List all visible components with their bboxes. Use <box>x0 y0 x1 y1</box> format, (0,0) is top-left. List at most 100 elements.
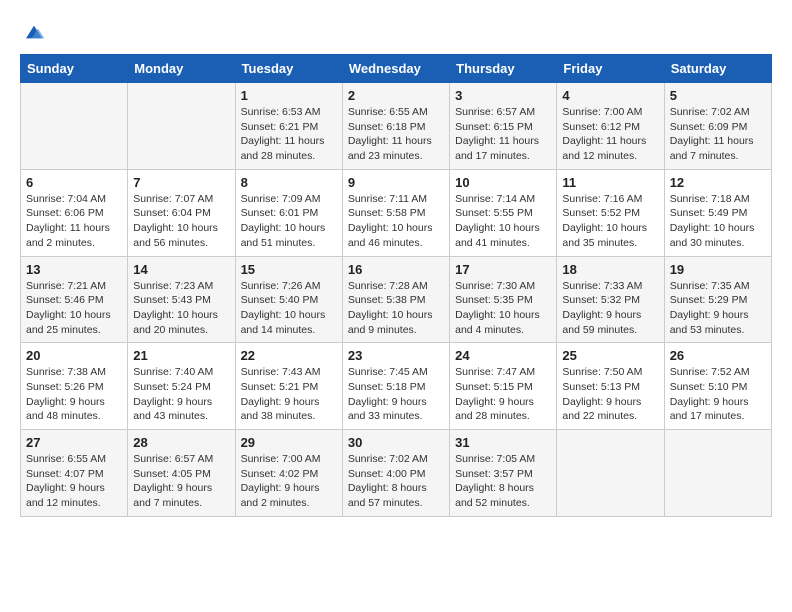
calendar-cell: 13 Sunrise: 7:21 AM Sunset: 5:46 PM Dayli… <box>21 256 128 343</box>
day-info: Sunrise: 7:35 AM Sunset: 5:29 PM Dayligh… <box>670 279 766 338</box>
day-number: 2 <box>348 88 444 103</box>
calendar-cell: 14 Sunrise: 7:23 AM Sunset: 5:43 PM Dayli… <box>128 256 235 343</box>
day-info: Sunrise: 7:11 AM Sunset: 5:58 PM Dayligh… <box>348 192 444 251</box>
day-number: 30 <box>348 435 444 450</box>
calendar-cell: 27Sunrise: 6:55 AM Sunset: 4:07 PM Dayli… <box>21 430 128 517</box>
day-number: 9 <box>348 175 444 190</box>
calendar-cell: 9 Sunrise: 7:11 AM Sunset: 5:58 PM Daylig… <box>342 169 449 256</box>
day-number: 8 <box>241 175 337 190</box>
weekday-header-thursday: Thursday <box>450 55 557 83</box>
calendar-cell: 30 Sunrise: 7:02 AM Sunset: 4:00 PM Dayli… <box>342 430 449 517</box>
day-info: Sunrise: 6:57 AM Sunset: 6:15 PM Dayligh… <box>455 105 551 164</box>
day-info: Sunrise: 7:50 AM Sunset: 5:13 PM Dayligh… <box>562 365 658 424</box>
day-info: Sunrise: 7:45 AM Sunset: 5:18 PM Dayligh… <box>348 365 444 424</box>
day-number: 21 <box>133 348 229 363</box>
day-info: Sunrise: 7:09 AM Sunset: 6:01 PM Dayligh… <box>241 192 337 251</box>
day-info: Sunrise: 7:21 AM Sunset: 5:46 PM Dayligh… <box>26 279 122 338</box>
day-info: Sunrise: 6:57 AM Sunset: 4:05 PM Dayligh… <box>133 452 229 511</box>
day-info: Sunrise: 7:04 AM Sunset: 6:06 PM Dayligh… <box>26 192 122 251</box>
calendar-cell: 3 Sunrise: 6:57 AM Sunset: 6:15 PM Daylig… <box>450 83 557 170</box>
day-info: Sunrise: 7:33 AM Sunset: 5:32 PM Dayligh… <box>562 279 658 338</box>
weekday-header-friday: Friday <box>557 55 664 83</box>
day-number: 15 <box>241 262 337 277</box>
logo <box>20 20 46 44</box>
calendar-cell: 11Sunrise: 7:16 AM Sunset: 5:52 PM Dayli… <box>557 169 664 256</box>
day-number: 25 <box>562 348 658 363</box>
day-number: 28 <box>133 435 229 450</box>
weekday-header-saturday: Saturday <box>664 55 771 83</box>
day-info: Sunrise: 7:00 AM Sunset: 6:12 PM Dayligh… <box>562 105 658 164</box>
day-number: 18 <box>562 262 658 277</box>
day-number: 10 <box>455 175 551 190</box>
calendar-week-row: 6 Sunrise: 7:04 AM Sunset: 6:06 PM Daylig… <box>21 169 772 256</box>
header <box>20 20 772 44</box>
day-info: Sunrise: 7:14 AM Sunset: 5:55 PM Dayligh… <box>455 192 551 251</box>
calendar-cell: 15 Sunrise: 7:26 AM Sunset: 5:40 PM Dayli… <box>235 256 342 343</box>
calendar-cell: 6 Sunrise: 7:04 AM Sunset: 6:06 PM Daylig… <box>21 169 128 256</box>
day-number: 1 <box>241 88 337 103</box>
calendar-cell <box>557 430 664 517</box>
weekday-header-monday: Monday <box>128 55 235 83</box>
calendar-cell: 22 Sunrise: 7:43 AM Sunset: 5:21 PM Dayli… <box>235 343 342 430</box>
day-info: Sunrise: 7:28 AM Sunset: 5:38 PM Dayligh… <box>348 279 444 338</box>
calendar-cell: 28 Sunrise: 6:57 AM Sunset: 4:05 PM Dayli… <box>128 430 235 517</box>
day-number: 14 <box>133 262 229 277</box>
calendar-cell: 8 Sunrise: 7:09 AM Sunset: 6:01 PM Daylig… <box>235 169 342 256</box>
day-info: Sunrise: 7:05 AM Sunset: 3:57 PM Dayligh… <box>455 452 551 511</box>
day-number: 17 <box>455 262 551 277</box>
calendar-cell: 2Sunrise: 6:55 AM Sunset: 6:18 PM Daylig… <box>342 83 449 170</box>
calendar-cell <box>664 430 771 517</box>
calendar-cell: 4 Sunrise: 7:00 AM Sunset: 6:12 PM Daylig… <box>557 83 664 170</box>
day-info: Sunrise: 7:02 AM Sunset: 6:09 PM Dayligh… <box>670 105 766 164</box>
day-number: 29 <box>241 435 337 450</box>
day-info: Sunrise: 7:02 AM Sunset: 4:00 PM Dayligh… <box>348 452 444 511</box>
day-info: Sunrise: 7:40 AM Sunset: 5:24 PM Dayligh… <box>133 365 229 424</box>
weekday-header-wednesday: Wednesday <box>342 55 449 83</box>
day-number: 5 <box>670 88 766 103</box>
calendar-cell: 29 Sunrise: 7:00 AM Sunset: 4:02 PM Dayli… <box>235 430 342 517</box>
day-number: 26 <box>670 348 766 363</box>
calendar-table: SundayMondayTuesdayWednesdayThursdayFrid… <box>20 54 772 517</box>
calendar-cell: 23 Sunrise: 7:45 AM Sunset: 5:18 PM Dayli… <box>342 343 449 430</box>
calendar-cell: 5 Sunrise: 7:02 AM Sunset: 6:09 PM Daylig… <box>664 83 771 170</box>
calendar-week-row: 27Sunrise: 6:55 AM Sunset: 4:07 PM Dayli… <box>21 430 772 517</box>
weekday-header-sunday: Sunday <box>21 55 128 83</box>
day-info: Sunrise: 7:18 AM Sunset: 5:49 PM Dayligh… <box>670 192 766 251</box>
calendar-cell: 26 Sunrise: 7:52 AM Sunset: 5:10 PM Dayli… <box>664 343 771 430</box>
calendar-cell <box>21 83 128 170</box>
calendar-week-row: 13 Sunrise: 7:21 AM Sunset: 5:46 PM Dayli… <box>21 256 772 343</box>
day-info: Sunrise: 6:53 AM Sunset: 6:21 PM Dayligh… <box>241 105 337 164</box>
day-number: 20 <box>26 348 122 363</box>
day-number: 23 <box>348 348 444 363</box>
calendar-cell <box>128 83 235 170</box>
calendar-week-row: 20Sunrise: 7:38 AM Sunset: 5:26 PM Dayli… <box>21 343 772 430</box>
calendar-cell: 7 Sunrise: 7:07 AM Sunset: 6:04 PM Daylig… <box>128 169 235 256</box>
day-info: Sunrise: 7:00 AM Sunset: 4:02 PM Dayligh… <box>241 452 337 511</box>
day-number: 19 <box>670 262 766 277</box>
day-info: Sunrise: 7:23 AM Sunset: 5:43 PM Dayligh… <box>133 279 229 338</box>
day-number: 24 <box>455 348 551 363</box>
calendar-cell: 1 Sunrise: 6:53 AM Sunset: 6:21 PM Daylig… <box>235 83 342 170</box>
day-info: Sunrise: 7:43 AM Sunset: 5:21 PM Dayligh… <box>241 365 337 424</box>
calendar-cell: 21 Sunrise: 7:40 AM Sunset: 5:24 PM Dayli… <box>128 343 235 430</box>
calendar-cell: 16Sunrise: 7:28 AM Sunset: 5:38 PM Dayli… <box>342 256 449 343</box>
calendar-cell: 12 Sunrise: 7:18 AM Sunset: 5:49 PM Dayli… <box>664 169 771 256</box>
day-number: 7 <box>133 175 229 190</box>
day-info: Sunrise: 7:26 AM Sunset: 5:40 PM Dayligh… <box>241 279 337 338</box>
day-number: 3 <box>455 88 551 103</box>
weekday-header-row: SundayMondayTuesdayWednesdayThursdayFrid… <box>21 55 772 83</box>
day-info: Sunrise: 7:52 AM Sunset: 5:10 PM Dayligh… <box>670 365 766 424</box>
day-number: 13 <box>26 262 122 277</box>
day-number: 11 <box>562 175 658 190</box>
weekday-header-tuesday: Tuesday <box>235 55 342 83</box>
calendar-cell: 10 Sunrise: 7:14 AM Sunset: 5:55 PM Dayli… <box>450 169 557 256</box>
day-number: 22 <box>241 348 337 363</box>
day-number: 4 <box>562 88 658 103</box>
day-info: Sunrise: 7:47 AM Sunset: 5:15 PM Dayligh… <box>455 365 551 424</box>
day-number: 12 <box>670 175 766 190</box>
calendar-cell: 24 Sunrise: 7:47 AM Sunset: 5:15 PM Dayli… <box>450 343 557 430</box>
day-number: 6 <box>26 175 122 190</box>
day-info: Sunrise: 7:30 AM Sunset: 5:35 PM Dayligh… <box>455 279 551 338</box>
day-info: Sunrise: 7:07 AM Sunset: 6:04 PM Dayligh… <box>133 192 229 251</box>
calendar-body: 1 Sunrise: 6:53 AM Sunset: 6:21 PM Daylig… <box>21 83 772 517</box>
